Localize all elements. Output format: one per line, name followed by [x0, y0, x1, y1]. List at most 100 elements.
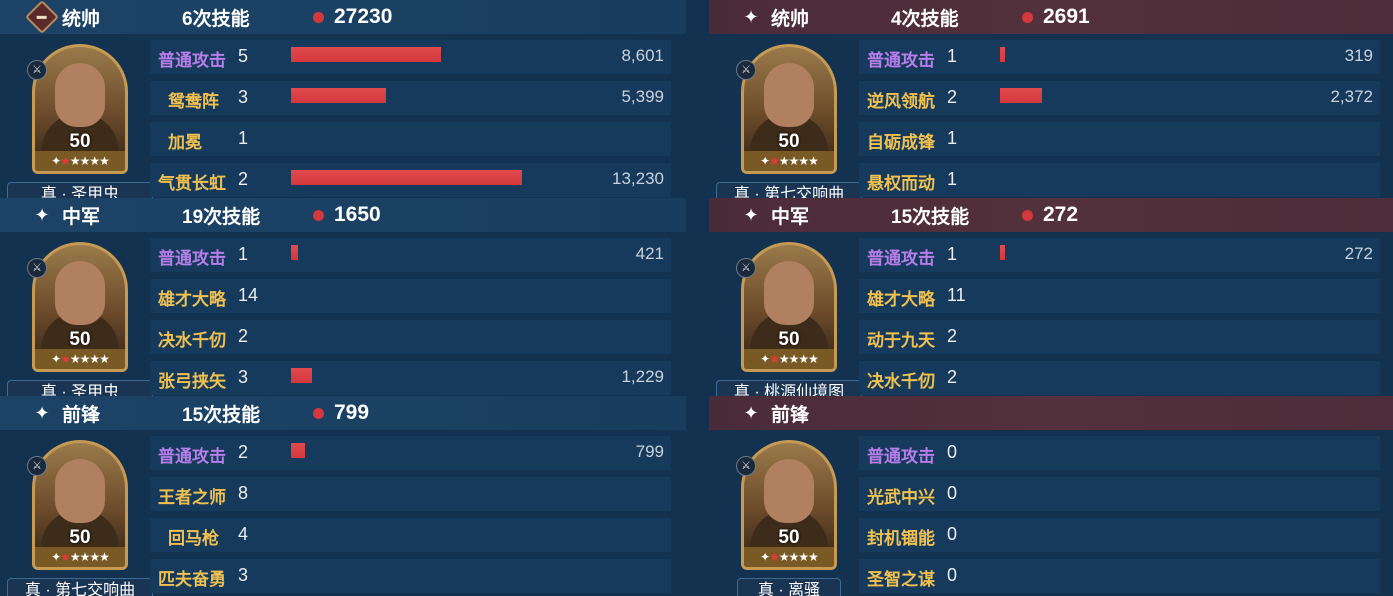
damage-bar	[1000, 88, 1042, 103]
damage-dot-icon	[313, 210, 324, 221]
skill-name: 普通攻击	[158, 51, 226, 70]
hero-portrait[interactable]: 50 ✦★★★★★	[741, 44, 837, 174]
skill-damage-value: 8,601	[621, 46, 664, 65]
hero-portrait[interactable]: 50 ✦★★★★★	[741, 440, 837, 570]
weapon-type-icon: ⚔	[27, 258, 47, 278]
skill-cast-count: 5	[238, 46, 249, 66]
skill-name: 普通攻击	[867, 447, 935, 466]
hero-card[interactable]: 50 ✦★★★★★ ⚔ 真 · 圣甲虫	[0, 232, 153, 406]
skill-name: 回马枪	[168, 529, 219, 548]
star-rating: ✦★★★★★	[35, 349, 125, 369]
unit-header: 统帅 6次技能 27230	[0, 0, 686, 34]
skill-name: 雄才大略	[158, 290, 226, 309]
weapon-type-icon: ⚔	[736, 258, 756, 278]
damage-total: 1650	[334, 203, 381, 226]
damage-dot-icon	[1022, 12, 1033, 23]
hero-face	[55, 261, 105, 325]
panel-divider	[686, 0, 709, 596]
skill-name: 逆风领航	[867, 92, 935, 111]
skill-name: 普通攻击	[158, 249, 226, 268]
hero-card[interactable]: 50 ✦★★★★★ ⚔ 真 · 桃源仙境图	[709, 232, 862, 406]
skill-row: 普通攻击 1 319	[859, 40, 1380, 74]
skill-row: 匹夫奋勇 3	[150, 559, 671, 593]
skill-cast-count: 3	[238, 87, 249, 107]
weapon-type-icon: ⚔	[27, 60, 47, 80]
hero-level: 50	[778, 329, 800, 350]
role-label: 统帅	[771, 8, 810, 30]
skill-row: 加冕 1	[150, 122, 671, 156]
skill-cast-count: 3	[238, 367, 249, 387]
hero-card[interactable]: 50 ✦★★★★★ ⚔ 真 · 圣甲虫	[0, 34, 153, 208]
hero-face	[764, 261, 814, 325]
skill-row: 鸳鸯阵 3 5,399	[150, 81, 671, 115]
damage-bar	[291, 443, 305, 458]
skill-cast-count: 14	[238, 285, 259, 305]
skill-name: 圣智之谋	[867, 570, 935, 589]
skill-damage-value: 319	[1344, 46, 1373, 65]
skill-cast-count: 2	[947, 367, 958, 387]
damage-bar	[291, 88, 386, 103]
damage-total: 799	[334, 401, 370, 424]
damage-bar	[291, 170, 522, 185]
skill-damage-value: 799	[635, 442, 664, 461]
weapon-type-icon: ⚔	[736, 60, 756, 80]
skill-name: 悬权而动	[867, 174, 935, 193]
skill-row: 封机锢能 0	[859, 518, 1380, 552]
unit-header: ✦ 前锋 15次技能 799	[0, 396, 686, 430]
unit-统帅: 统帅 6次技能 27230 50 ✦★★★★★ ⚔ 真 · 圣甲虫 普通攻击 5 8,601 鸳鸯阵…	[0, 0, 686, 208]
star-rating: ✦★★★★★	[35, 151, 125, 171]
skill-cast-count: 2	[947, 87, 958, 107]
skill-name: 王者之师	[158, 488, 226, 507]
skill-row: 雄才大略 14	[150, 279, 671, 313]
skill-name: 张弓挟矢	[158, 372, 226, 391]
skill-cast-count: 1	[947, 244, 958, 264]
skill-name: 自砺成锋	[867, 133, 935, 152]
skill-name: 气贯长虹	[158, 174, 226, 193]
skill-uses-count: 6次技能	[182, 8, 250, 30]
skill-name: 光武中兴	[867, 488, 935, 507]
skill-name: 普通攻击	[867, 51, 935, 70]
hero-face	[764, 63, 814, 127]
skill-cast-count: 1	[947, 46, 958, 66]
damage-bar	[1000, 47, 1005, 62]
hero-portrait[interactable]: 50 ✦★★★★★	[741, 242, 837, 372]
skill-cast-count: 4	[238, 524, 249, 544]
hero-face	[764, 459, 814, 523]
role-label: 统帅	[62, 8, 101, 30]
weapon-type-icon: ⚔	[27, 456, 47, 476]
skill-cast-count: 1	[947, 169, 958, 189]
hero-card[interactable]: 50 ✦★★★★★ ⚔ 真 · 第七交响曲	[709, 34, 862, 208]
hero-card[interactable]: 50 ✦★★★★★ ⚔ 真 · 离骚	[709, 430, 859, 596]
hero-portrait[interactable]: 50 ✦★★★★★	[32, 242, 128, 372]
role-label: 中军	[62, 206, 101, 228]
hero-face	[55, 63, 105, 127]
hero-face	[55, 459, 105, 523]
damage-total: 272	[1043, 203, 1079, 226]
left-team-panel: 统帅 6次技能 27230 50 ✦★★★★★ ⚔ 真 · 圣甲虫 普通攻击 5 8,601 鸳鸯阵…	[0, 0, 686, 596]
skill-name: 决水千仞	[158, 331, 226, 350]
skill-cast-count: 0	[947, 442, 958, 462]
hero-card[interactable]: 50 ✦★★★★★ ⚔ 真 · 第七交响曲	[0, 430, 153, 596]
right-team-panel: ✦ 统帅 4次技能 2691 50 ✦★★★★★ ⚔ 真 · 第七交响曲 普通攻击 1 319 逆风领…	[709, 0, 1393, 596]
unit-header: ✦ 中军 19次技能 1650	[0, 198, 686, 232]
commander-badge-icon	[25, 0, 59, 34]
damage-bar	[1000, 245, 1005, 260]
hero-level: 50	[778, 131, 800, 152]
skill-cast-count: 1	[238, 128, 249, 148]
skill-damage-value: 272	[1344, 244, 1373, 263]
skill-row: 悬权而动 1	[859, 163, 1380, 197]
role-label: 中军	[771, 206, 810, 228]
equipment-tag[interactable]: 真 · 第七交响曲	[7, 578, 153, 596]
skill-cast-count: 3	[238, 565, 249, 585]
damage-bar	[291, 245, 298, 260]
skill-uses-count: 19次技能	[182, 206, 261, 228]
hero-portrait[interactable]: 50 ✦★★★★★	[32, 440, 128, 570]
hero-level: 50	[69, 131, 91, 152]
hero-portrait[interactable]: 50 ✦★★★★★	[32, 44, 128, 174]
skill-uses-count: 4次技能	[891, 8, 959, 30]
skill-row: 普通攻击 5 8,601	[150, 40, 671, 74]
equipment-tag[interactable]: 真 · 离骚	[737, 578, 841, 596]
skill-name: 雄才大略	[867, 290, 935, 309]
skill-list: 普通攻击 1 319 逆风领航 2 2,372 自砺成锋 1 悬权而动 1	[859, 40, 1393, 198]
skill-uses-count: 15次技能	[891, 206, 970, 228]
